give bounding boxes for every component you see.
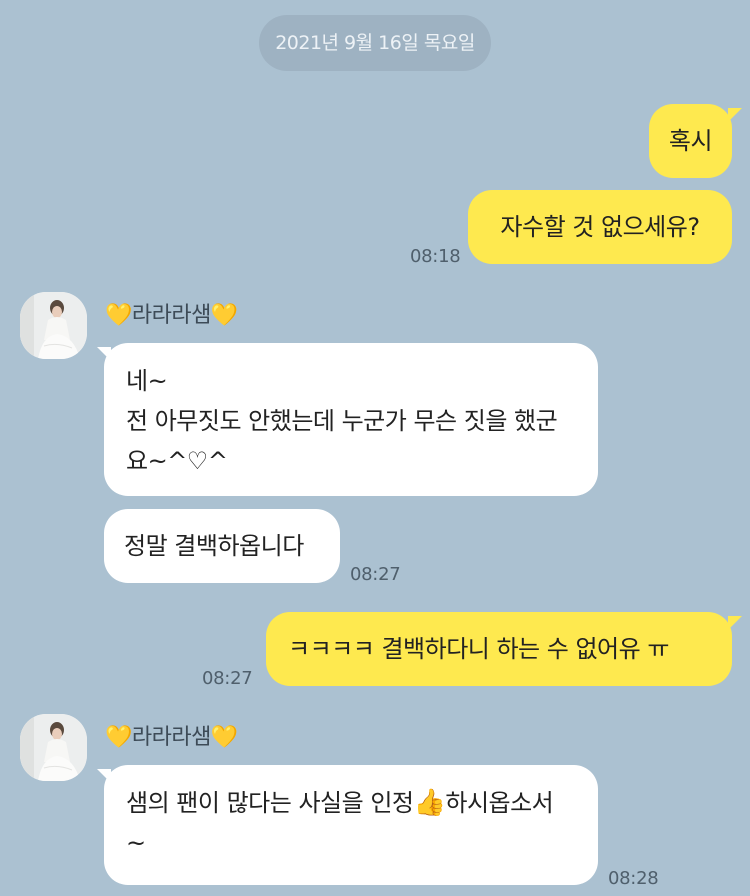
received-message-bubble[interactable]: 네~ 전 아무짓도 안했는데 누군가 무슨 짓을 했군 요~^♡^ [104, 343, 598, 496]
contact-name[interactable]: 💛라라라샘💛 [105, 297, 238, 329]
yellow-heart-icon: 💛 [105, 303, 132, 328]
bubble-tail [728, 108, 742, 122]
message-time: 08:27 [202, 668, 253, 689]
message-text-line: 샘의 팬이 많다는 사실을 인정👍하시옵소서 [126, 783, 598, 823]
avatar-image [20, 714, 87, 781]
message-time: 08:28 [608, 868, 659, 889]
sent-message-bubble[interactable]: ㅋㅋㅋㅋ 결백하다니 하는 수 없어유 ㅠ [266, 612, 732, 686]
thumbs-up-icon: 👍 [413, 788, 446, 818]
date-separator: 2021년 9월 16일 목요일 [259, 15, 491, 71]
yellow-heart-icon: 💛 [105, 725, 132, 750]
avatar-image [20, 292, 87, 359]
message-text: 요~^♡^ [126, 447, 228, 475]
received-message-bubble[interactable]: 정말 결백하옵니다 [104, 509, 340, 583]
message-text: ~ [126, 829, 146, 857]
message-text: 샘의 팬이 많다는 사실을 인정 [126, 789, 414, 817]
message-time: 08:27 [350, 564, 401, 585]
yellow-heart-icon: 💛 [210, 303, 238, 328]
contact-avatar[interactable] [20, 292, 87, 359]
contact-name-text: 라라라샘 [131, 725, 211, 750]
received-message-bubble[interactable]: 샘의 팬이 많다는 사실을 인정👍하시옵소서 ~ [104, 765, 598, 885]
message-text: 하시옵소서 [445, 789, 554, 817]
message-time: 08:18 [410, 246, 461, 267]
contact-name-text: 라라라샘 [131, 303, 211, 328]
sent-message-bubble[interactable]: 자수할 것 없으세유? [468, 190, 732, 264]
message-text: 자수할 것 없으세유? [500, 213, 700, 241]
message-text: ㅋㅋㅋㅋ 결백하다니 하는 수 없어유 ㅠ [288, 635, 669, 663]
message-text: 정말 결백하옵니다 [124, 532, 304, 560]
message-text: 전 아무짓도 안했는데 누군가 무슨 짓을 했군 [126, 407, 558, 435]
message-text: 네~ [126, 367, 168, 395]
contact-name[interactable]: 💛라라라샘💛 [105, 719, 238, 751]
contact-avatar[interactable] [20, 714, 87, 781]
bubble-tail [728, 616, 742, 630]
sent-message-bubble[interactable]: 혹시 [649, 104, 732, 178]
yellow-heart-icon: 💛 [210, 725, 238, 750]
message-text: 혹시 [668, 127, 713, 155]
